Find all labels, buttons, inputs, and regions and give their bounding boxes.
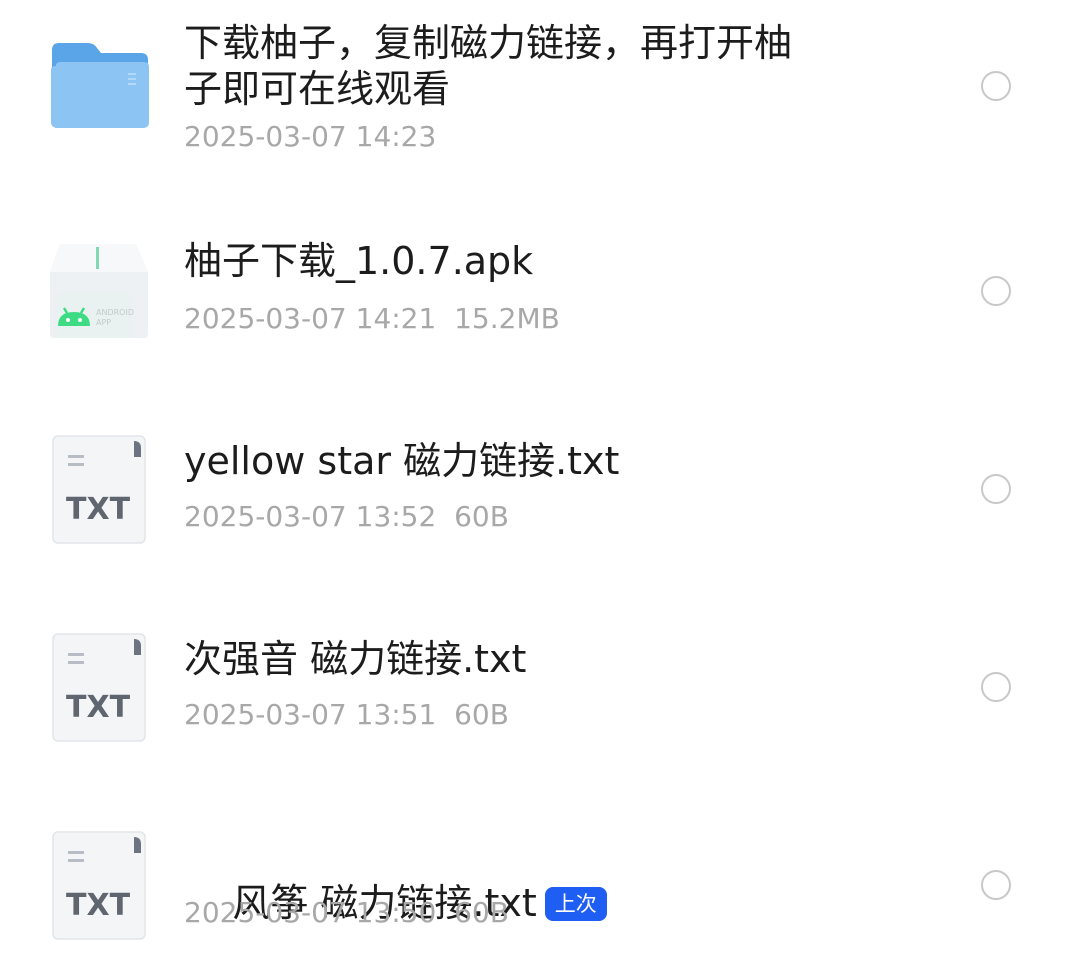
txt-icon-label: TXT [66,492,131,527]
list-item[interactable]: 下载柚子，复制磁力链接，再打开柚 子即可在线观看 2025-03-07 14:2… [0,0,1080,190]
select-checkbox[interactable] [981,474,1011,504]
list-item[interactable]: ANDROID APP 柚子下载_1.0.7.apk 2025-03-07 14… [0,190,1080,390]
file-name: 柚子下载_1.0.7.apk [184,239,534,283]
file-meta: 2025-03-07 14:21 15.2MB [184,302,560,335]
last-opened-badge: 上次 [544,887,607,921]
select-checkbox[interactable] [981,71,1011,101]
list-item[interactable]: TXT 次强音 磁力链接.txt 2025-03-07 13:51 60B [0,588,1080,786]
txt-file-icon: TXT [52,435,148,545]
apk-icon-label: ANDROID APP [96,308,134,327]
list-item[interactable]: TXT 风筝 磁力链接.txt 上次 2025-03-07 13:50 60B [0,786,1080,960]
file-name: 次强音 磁力链接.txt [184,637,527,681]
select-checkbox[interactable] [981,672,1011,702]
txt-icon-label: TXT [66,888,131,923]
file-meta: 2025-03-07 13:52 60B [184,500,509,533]
file-meta: 2025-03-07 14:23 [184,120,437,153]
apk-icon: ANDROID APP [48,242,152,340]
txt-file-icon: TXT [52,633,148,743]
select-checkbox[interactable] [981,870,1011,900]
txt-icon-label: TXT [66,690,131,725]
file-meta: 2025-03-07 13:50 60B [184,896,509,929]
file-meta: 2025-03-07 13:51 60B [184,698,509,731]
folder-icon [48,40,152,132]
txt-file-icon: TXT [52,831,148,941]
file-name: 下载柚子，复制磁力链接，再打开柚 子即可在线观看 [184,21,793,111]
select-checkbox[interactable] [981,276,1011,306]
list-item[interactable]: TXT yellow star 磁力链接.txt 2025-03-07 13:5… [0,390,1080,588]
file-name: yellow star 磁力链接.txt [184,439,620,483]
